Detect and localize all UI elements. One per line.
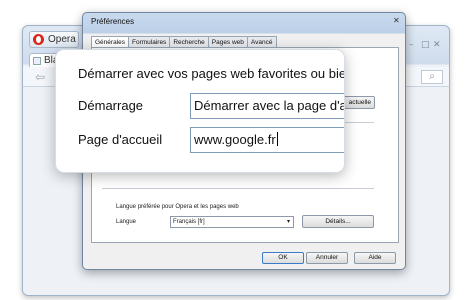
- dialog-close-icon[interactable]: ✕: [393, 16, 400, 25]
- startup-heading: Démarrer avec vos pages web favorites ou…: [78, 66, 345, 81]
- page-icon: [33, 57, 41, 65]
- startup-select-value: Démarrer avec la page d'ac: [194, 98, 345, 113]
- opera-menu-button[interactable]: Opera: [29, 31, 79, 48]
- screenshot-stage: Opera Blan ⇦ ⌕ – □ ✕ Préférences ✕ Génér…: [0, 0, 474, 300]
- divider: [102, 188, 374, 189]
- tab-avance[interactable]: Avancé: [246, 36, 277, 47]
- ok-button[interactable]: OK: [262, 252, 304, 264]
- minimize-icon[interactable]: –: [409, 40, 414, 50]
- language-label: Langue: [116, 219, 137, 225]
- dialog-title: Préférences: [91, 17, 135, 26]
- opera-logo-icon: [33, 34, 44, 45]
- text-caret: [276, 132, 278, 146]
- help-button[interactable]: Aide: [354, 252, 396, 264]
- homepage-label: Page d'accueil: [78, 132, 163, 147]
- maximize-icon[interactable]: □: [421, 40, 430, 50]
- tab-recherche[interactable]: Recherche: [169, 36, 209, 47]
- language-section-header: Langue préférée pour Opera et les pages …: [116, 204, 239, 210]
- startup-label: Démarrage: [78, 98, 144, 113]
- tab-formulaires[interactable]: Formulaires: [128, 36, 171, 47]
- startup-select[interactable]: Démarrer avec la page d'ac: [190, 93, 345, 119]
- zoom-callout: Démarrer avec vos pages web favorites ou…: [55, 49, 345, 173]
- language-select[interactable]: Français [fr] ▾: [170, 216, 294, 228]
- dropdown-arrow-icon: ▾: [286, 219, 290, 225]
- opera-menu-label: Opera: [48, 34, 76, 45]
- close-icon[interactable]: ✕: [433, 40, 441, 50]
- details-button[interactable]: Détails...: [302, 215, 374, 228]
- back-arrow-icon[interactable]: ⇦: [35, 70, 45, 84]
- homepage-input-value: www.google.fr: [194, 132, 276, 147]
- language-select-value: Français [fr]: [173, 219, 205, 225]
- tab-pages-web[interactable]: Pages web: [207, 36, 248, 47]
- search-icon[interactable]: ⌕: [421, 70, 443, 84]
- homepage-input[interactable]: www.google.fr: [190, 127, 344, 153]
- cancel-button[interactable]: Annuler: [306, 252, 348, 264]
